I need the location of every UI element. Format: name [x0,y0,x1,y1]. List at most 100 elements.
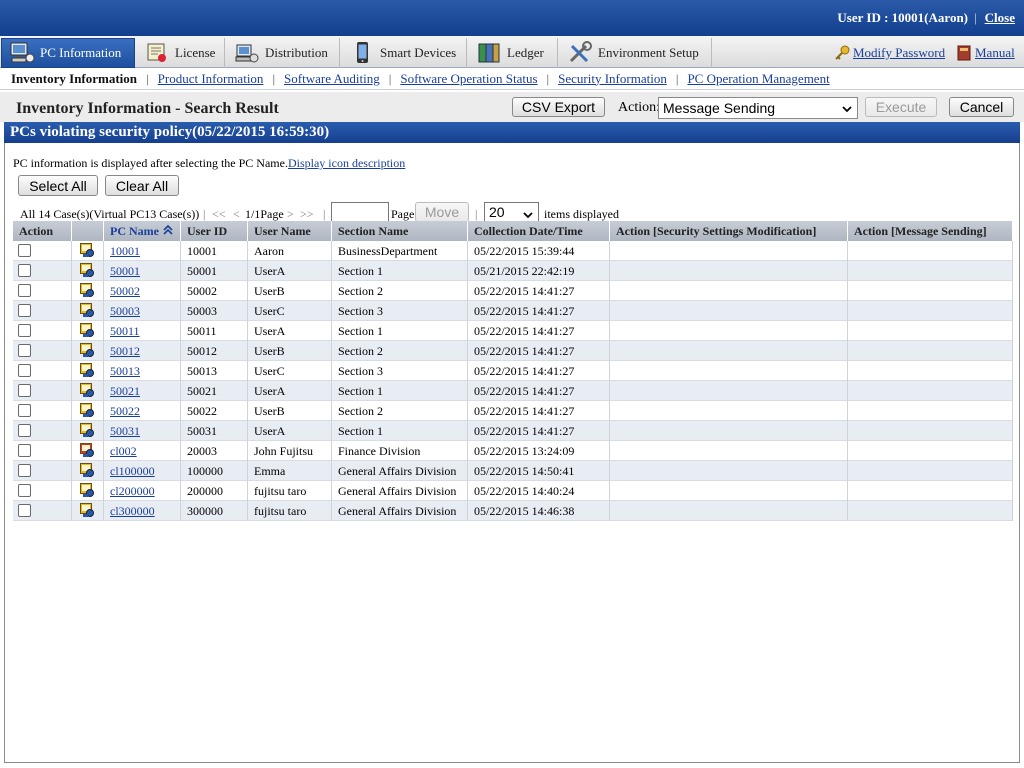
subnav-link-security-information[interactable]: Security Information [558,71,667,87]
execute-button[interactable]: Execute [865,97,937,117]
pc-name-link[interactable]: cl100000 [110,464,155,478]
pc-name-link[interactable]: 50002 [110,284,140,298]
pc-name-link[interactable]: 50012 [110,344,140,358]
row-checkbox[interactable] [18,424,31,437]
user-cell: UserB [248,281,332,301]
pc-name-link[interactable]: 10001 [110,244,140,258]
last-page-link[interactable]: >> [300,207,314,222]
ledger-icon [475,41,503,65]
table-row: 50021 50021 UserA Section 1 05/22/2015 14:41… [13,381,1013,401]
row-checkbox[interactable] [18,404,31,417]
display-icon-description-link[interactable]: Display icon description [288,156,405,170]
tab-environment-setup[interactable]: Environment Setup [560,38,712,68]
time-value: 05/22/2015 14:40:24 [474,484,575,498]
smart-devices-icon [348,41,376,65]
message-sending-action-cell [848,361,1013,381]
action-cell [13,301,72,321]
tab-smart-devices[interactable]: Smart Devices [342,38,467,68]
row-checkbox[interactable] [18,444,31,457]
next-page-link[interactable]: > [287,207,294,222]
distribution-icon [233,41,261,65]
row-checkbox[interactable] [18,464,31,477]
modify-password-link[interactable]: Modify Password [834,45,945,61]
security-settings-action-cell [610,381,848,401]
table-row: 50031 50031 UserA Section 1 05/22/2015 14:41… [13,421,1013,441]
message-sending-action-cell [848,261,1013,281]
row-checkbox[interactable] [18,284,31,297]
pc-information-icon [8,41,36,65]
subnav-link-software-auditing[interactable]: Software Auditing [284,71,380,87]
time-cell: 05/22/2015 14:40:24 [468,481,610,501]
user-id-label: User ID : 10001(Aaron) [837,10,968,25]
pc-name-link[interactable]: 50011 [110,324,140,338]
pc-name-cell: cl200000 [104,481,181,501]
subnav-link-pc-operation-management[interactable]: PC Operation Management [687,71,829,87]
row-checkbox[interactable] [18,304,31,317]
move-button[interactable]: Move [415,202,469,222]
action-select[interactable]: Message Sending [658,97,858,119]
row-checkbox[interactable] [18,264,31,277]
column-header[interactable]: PC Name [104,221,181,241]
page-number-input[interactable] [331,202,389,222]
row-checkbox[interactable] [18,344,31,357]
pc-name-link[interactable]: cl300000 [110,504,155,518]
pc-name-link[interactable]: 50031 [110,424,140,438]
pc-warning-yellow-icon [80,503,95,518]
column-header-label: User Name [254,224,311,238]
column-header: Collection Date/Time [468,221,610,241]
pc-name-link[interactable]: 50013 [110,364,140,378]
status-icon-cell [72,281,104,301]
sort-ascending-icon[interactable] [163,222,173,241]
cancel-button[interactable]: Cancel [949,97,1014,117]
uid-value: 50003 [187,304,217,318]
row-checkbox[interactable] [18,504,31,517]
tab-label: PC Information [40,45,122,60]
tab-license[interactable]: License [137,38,225,68]
pc-name-link[interactable]: 50003 [110,304,140,318]
pc-name-cell: 50013 [104,361,181,381]
uid-value: 50012 [187,344,217,358]
table-row: 50022 50022 UserB Section 2 05/22/2015 14:41… [13,401,1013,421]
first-page-link[interactable]: << [212,207,226,222]
info-text: PC information is displayed after select… [13,156,405,171]
pc-name-link[interactable]: cl002 [110,444,137,458]
tab-ledger[interactable]: Ledger [469,38,558,68]
pc-name-link[interactable]: 50021 [110,384,140,398]
section-cell: Section 2 [332,341,468,361]
clear-all-button[interactable]: Clear All [105,175,179,196]
pc-name-link[interactable]: 50022 [110,404,140,418]
user-cell: fujitsu taro [248,481,332,501]
section-cell: Section 3 [332,301,468,321]
pc-name-cell: cl002 [104,441,181,461]
pc-name-cell: 50002 [104,281,181,301]
subnav-current-inventory-information: Inventory Information [11,70,138,86]
row-checkbox[interactable] [18,484,31,497]
uid-cell: 50012 [181,341,248,361]
close-link[interactable]: Close [985,10,1015,26]
pc-name-link[interactable]: cl200000 [110,484,155,498]
row-checkbox[interactable] [18,364,31,377]
subnav-link-software-operation-status[interactable]: Software Operation Status [400,71,537,87]
message-sending-action-cell [848,341,1013,361]
table-row: 50011 50011 UserA Section 1 05/22/2015 14:41… [13,321,1013,341]
tab-pc-information[interactable]: PC Information [1,38,135,68]
prev-page-link[interactable]: < [233,207,240,222]
section-value: Section 2 [338,404,383,418]
row-checkbox[interactable] [18,244,31,257]
row-checkbox[interactable] [18,384,31,397]
tab-distribution[interactable]: Distribution [227,38,340,68]
user-value: UserA [254,424,286,438]
pc-name-link[interactable]: 50001 [110,264,140,278]
subnav-link-product-information[interactable]: Product Information [158,71,264,87]
csv-export-button[interactable]: CSV Export [512,97,605,117]
table-row: cl002 20003 John Fujitsu Finance Division 05… [13,441,1013,461]
row-checkbox[interactable] [18,324,31,337]
column-header-label: User ID [187,224,228,238]
subnav-separator: | [675,70,679,86]
manual-link[interactable]: Manual [956,45,1015,61]
pc-warning-yellow-icon [80,403,95,418]
table-header: Action PC Name User ID User Name Section Nam… [13,221,1013,241]
select-all-button[interactable]: Select All [18,175,98,196]
section-cell: BusinessDepartment [332,241,468,261]
items-per-page-select[interactable]: 20 [484,202,539,223]
